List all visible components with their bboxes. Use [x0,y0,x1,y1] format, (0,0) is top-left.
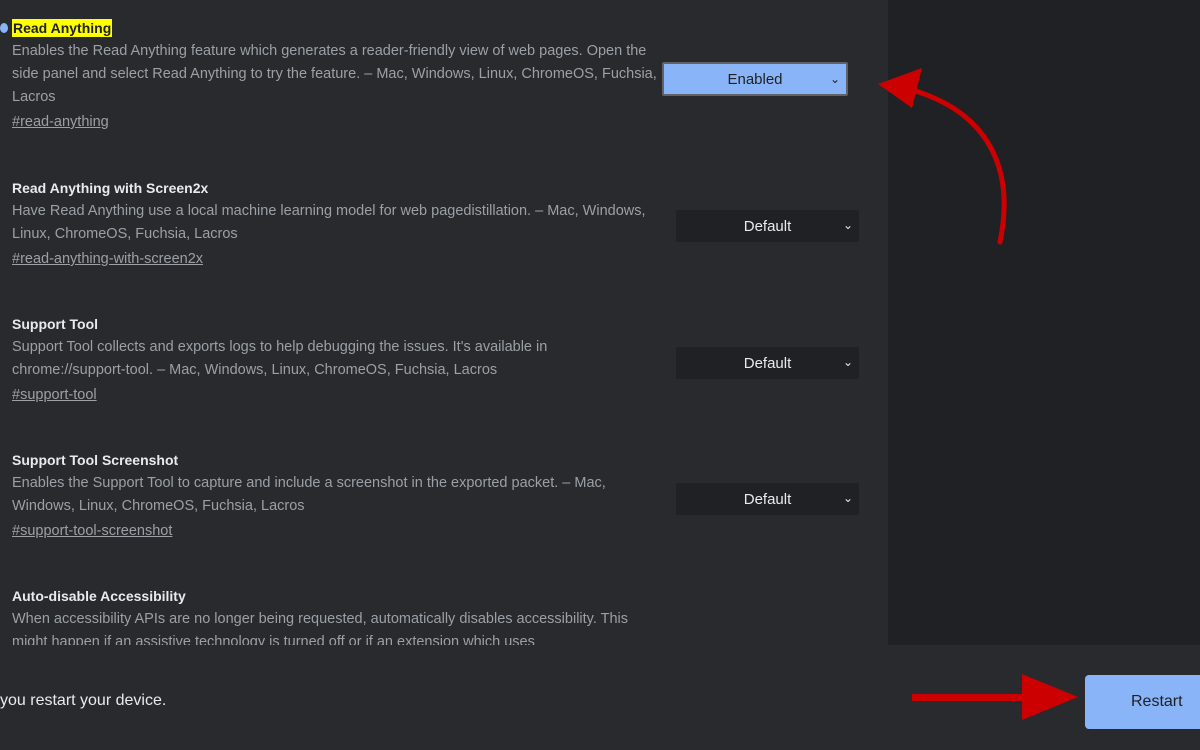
support-tool-select[interactable]: Default ⌄ [676,347,859,379]
chevron-down-icon: ⌄ [842,355,853,369]
experiments-list: Read Anything Enables the Read Anything … [0,0,888,645]
select-value: Default [743,490,792,508]
experiment-description: Enables the Support Tool to capture and … [12,475,606,514]
experiment-title: Support Tool Screenshot [12,452,179,468]
chevron-down-icon: ⌄ [842,218,853,232]
select-value: Default [743,217,792,235]
experiment-description: When accessibility APIs are no longer be… [12,611,629,645]
select-value: Enabled [727,70,783,88]
restart-message: you restart your device. [0,692,167,709]
chevron-down-icon: ⌄ [829,72,840,86]
experiment-link[interactable]: #support-tool [12,384,97,407]
experiment-link[interactable]: #read-anything [12,111,109,134]
experiment-description: Have Read Anything use a local machine l… [12,203,646,242]
experiment-description: Support Tool collects and exports logs t… [12,339,548,378]
experiment-title: Support Tool [12,316,99,332]
experiment-title: Auto-disable Accessibility [12,588,186,604]
experiment-title: Read Anything [12,19,113,37]
restart-bar: you restart your device. Restart [0,645,1200,750]
experiment-link[interactable]: #support-tool-screenshot [12,520,172,543]
experiment-link[interactable]: #read-anything-with-screen2x [12,248,203,271]
support-tool-screenshot-select[interactable]: Default ⌄ [676,483,859,515]
experiment-description: Enables the Read Anything feature which … [12,43,657,105]
select-value: Default [743,354,792,372]
experiment-auto-disable-accessibility: Auto-disable Accessibility When accessib… [12,587,872,645]
chevron-down-icon: ⌄ [842,491,853,505]
read-anything-select[interactable]: Enabled ⌄ [662,62,848,96]
read-anything-screen2x-select[interactable]: Default ⌄ [676,210,859,242]
experiment-title: Read Anything with Screen2x [12,180,209,196]
restart-button[interactable]: Restart [1085,675,1200,729]
modified-indicator-icon [0,23,8,33]
side-area [888,0,1200,645]
